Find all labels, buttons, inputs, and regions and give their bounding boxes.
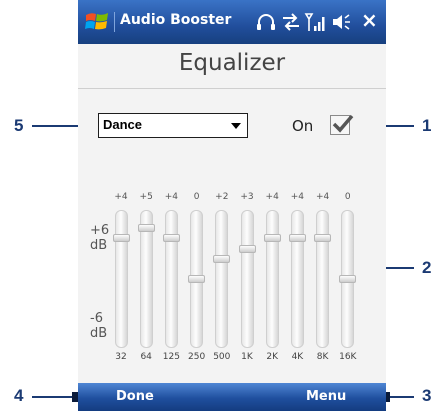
band-slider-32[interactable] xyxy=(114,210,128,348)
band-slider-thumb[interactable] xyxy=(263,234,281,243)
volume-icon xyxy=(333,14,350,30)
callout-3: 3 xyxy=(422,386,432,405)
band-gain-label: +4 xyxy=(290,192,305,202)
callout-4: 4 xyxy=(14,386,24,405)
title-bar: Audio Booster × xyxy=(78,0,386,44)
band-slider-1K[interactable] xyxy=(240,210,254,348)
device-screen: Audio Booster × Equalizer Dance On +6 dB… xyxy=(78,0,386,411)
band-slider-8K[interactable] xyxy=(316,210,330,348)
band-slider-2K[interactable] xyxy=(265,210,279,348)
callout-4-line xyxy=(32,396,76,398)
band-slider-thumb[interactable] xyxy=(162,234,180,243)
band-gain-label: +4 xyxy=(164,192,179,202)
softkey-bar: Done Menu xyxy=(78,383,386,411)
band-slider-thumb[interactable] xyxy=(137,224,155,233)
enable-checkbox[interactable] xyxy=(330,114,354,135)
callout-3-line xyxy=(388,396,414,398)
band-slider-thumb[interactable] xyxy=(238,244,256,253)
callout-1: 1 xyxy=(422,116,432,135)
band-gain-label: 0 xyxy=(344,192,351,202)
db-min-label: -6 dB xyxy=(90,311,108,341)
connectivity-icon xyxy=(283,13,299,31)
checkmark-icon xyxy=(332,114,354,133)
band-gain-label: +2 xyxy=(215,192,229,202)
band-slider-4K[interactable] xyxy=(290,210,304,348)
db-max-label: +6 dB xyxy=(90,223,110,253)
heading-divider xyxy=(78,88,386,89)
band-slider-thumb[interactable] xyxy=(213,254,231,263)
band-gain-label: 0 xyxy=(193,192,200,202)
equalizer-panel: +6 dB -6 dB +4 32 +5 64 +4 125 0 250 +2 500 +3 1K +4… xyxy=(88,180,374,376)
band-slider-thumb[interactable] xyxy=(288,234,306,243)
band-slider-thumb[interactable] xyxy=(339,275,357,283)
page-title: Equalizer xyxy=(178,50,286,76)
band-gain-label: +4 xyxy=(265,192,279,202)
band-slider-thumb[interactable] xyxy=(314,234,332,243)
app-title: Audio Booster xyxy=(120,12,232,28)
preset-selected-value: Dance xyxy=(103,117,143,132)
band-gain-label: +4 xyxy=(315,192,330,202)
signal-icon xyxy=(304,13,325,31)
windows-logo-icon[interactable] xyxy=(84,10,110,34)
chevron-down-icon xyxy=(231,123,241,129)
band-frequency-label: 16K xyxy=(339,352,357,362)
band-gain-label: +3 xyxy=(240,192,254,202)
menu-softkey[interactable]: Menu xyxy=(306,389,346,404)
close-button[interactable]: × xyxy=(361,8,378,32)
band-slider-125[interactable] xyxy=(164,210,178,348)
band-slider-500[interactable] xyxy=(215,210,229,348)
band-gain-label: +4 xyxy=(114,192,128,202)
band-gain-label: +5 xyxy=(139,192,153,202)
done-softkey[interactable]: Done xyxy=(116,389,154,404)
enable-label: On xyxy=(292,117,314,135)
headphones-icon xyxy=(257,14,275,30)
callout-5: 5 xyxy=(14,116,24,135)
band-slider-thumb[interactable] xyxy=(112,234,130,243)
callout-2: 2 xyxy=(422,258,432,277)
title-separator xyxy=(114,12,115,32)
preset-dropdown[interactable]: Dance xyxy=(98,113,248,138)
band-slider-thumb[interactable] xyxy=(188,275,206,283)
